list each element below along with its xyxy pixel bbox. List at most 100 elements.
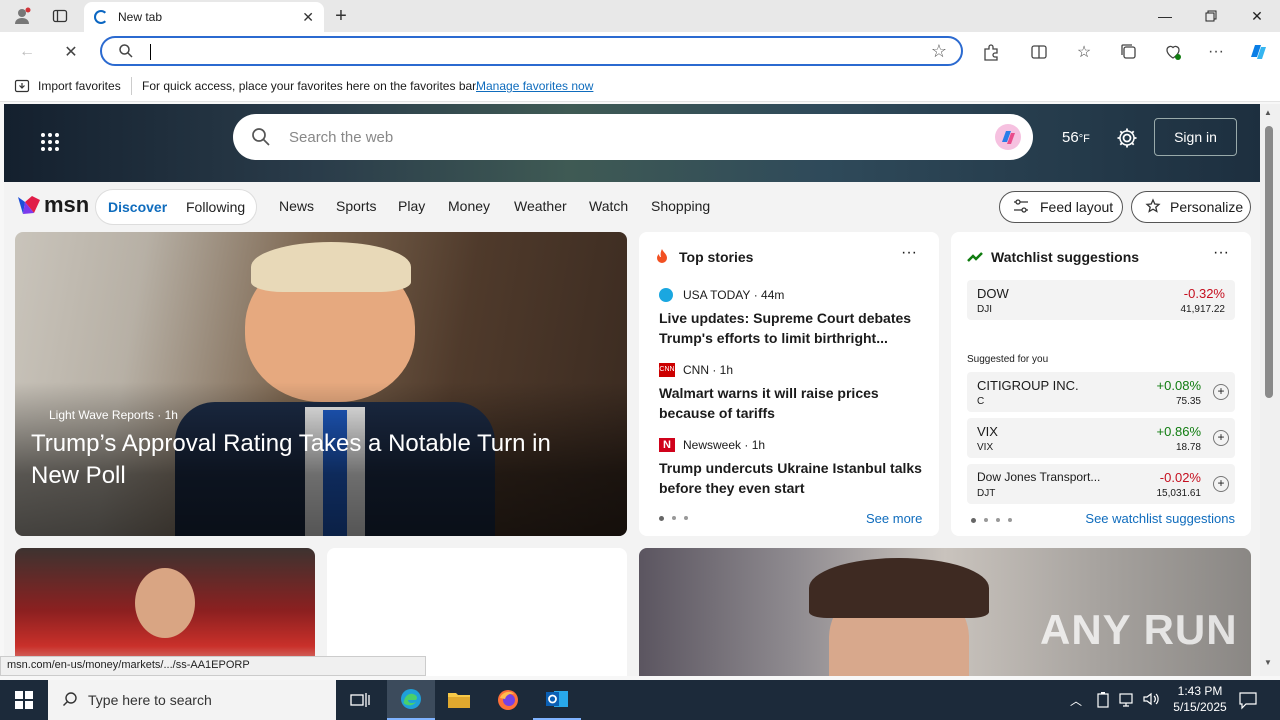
search-icon — [251, 127, 271, 152]
feed-layout-button[interactable]: Feed layout — [999, 191, 1123, 223]
watch-row[interactable]: VIX VIX +0.86% 18.78 + — [967, 418, 1235, 458]
tab-discover[interactable]: Discover — [108, 199, 167, 215]
nav-weather[interactable]: Weather — [514, 198, 567, 214]
dot[interactable] — [971, 518, 976, 523]
add-to-watchlist-icon[interactable]: + — [1213, 430, 1229, 446]
tab-following[interactable]: Following — [186, 199, 245, 215]
split-screen-icon[interactable] — [1026, 39, 1052, 65]
add-to-watchlist-icon[interactable]: + — [1213, 476, 1229, 492]
network-icon[interactable] — [1118, 691, 1136, 714]
import-favorites-button[interactable]: Import favorites — [38, 79, 121, 93]
watermark: ANY RUN — [1040, 606, 1238, 653]
watch-row-main[interactable]: DOW DJI -0.32% 41,917.22 — [967, 280, 1235, 320]
nav-watch[interactable]: Watch — [589, 198, 628, 214]
dot[interactable] — [996, 518, 1000, 522]
stock-price: 15,031.61 — [1156, 488, 1202, 499]
story-headline[interactable]: Live updates: Supreme Court debates Trum… — [659, 308, 929, 348]
watch-row[interactable]: CITIGROUP INC. C +0.08% 75.35 + — [967, 372, 1235, 412]
restore-button[interactable] — [1188, 0, 1234, 32]
more-menu-icon[interactable]: ··· — [1203, 39, 1229, 65]
watch-row[interactable]: Dow Jones Transport... DJT -0.02% 15,031… — [967, 464, 1235, 504]
sparkle-star-icon — [1144, 197, 1162, 218]
nav-sports[interactable]: Sports — [336, 198, 376, 214]
dot[interactable] — [984, 518, 988, 522]
tab-new-tab[interactable]: New tab ✕ — [84, 2, 324, 32]
firefox-icon[interactable] — [484, 680, 532, 720]
copilot-icon[interactable] — [1245, 39, 1271, 65]
page-scrollbar[interactable]: ▲ ▼ — [1260, 104, 1280, 676]
msn-butterfly-icon — [18, 196, 40, 214]
scroll-up-arrow-icon[interactable]: ▲ — [1264, 108, 1272, 117]
hero-headline[interactable]: Trump’s Approval Rating Takes a Notable … — [31, 428, 591, 492]
story-item[interactable]: USA TODAY · 44m Live updates: Supreme Co… — [659, 288, 929, 348]
extensions-icon[interactable] — [978, 39, 1004, 65]
nav-money[interactable]: Money — [448, 198, 490, 214]
start-button[interactable] — [0, 680, 48, 720]
search-placeholder: Search the web — [289, 129, 394, 146]
stop-loading-icon[interactable]: ✕ — [58, 39, 84, 65]
clock[interactable]: 1:43 PM 5/15/2025 — [1160, 683, 1240, 715]
battery-icon[interactable] — [1095, 691, 1111, 714]
dot[interactable] — [684, 516, 688, 520]
see-more-link[interactable]: See more — [866, 511, 922, 526]
watchlist-more-icon[interactable]: ··· — [1213, 244, 1229, 262]
manage-favorites-link[interactable]: Manage favorites now — [476, 79, 593, 93]
hero-article-card[interactable]: Light Wave Reports · 1h Trump’s Approval… — [15, 232, 627, 536]
dot[interactable] — [659, 516, 664, 521]
new-tab-button[interactable]: + — [329, 4, 353, 28]
favorite-star-icon[interactable]: ☆ — [931, 41, 947, 62]
personalize-button[interactable]: Personalize — [1131, 191, 1251, 223]
tray-chevron-icon[interactable]: ︿ — [1070, 692, 1082, 709]
scroll-down-arrow-icon[interactable]: ▼ — [1264, 658, 1272, 667]
temperature-value: 56 — [1062, 129, 1079, 146]
stock-name: Dow Jones Transport... — [977, 470, 1101, 484]
browser-essentials-icon[interactable] — [1160, 39, 1186, 65]
image-face — [135, 568, 195, 638]
close-window-button[interactable]: ✕ — [1234, 0, 1280, 32]
file-explorer-icon[interactable] — [435, 680, 483, 720]
close-tab-icon[interactable]: ✕ — [302, 9, 314, 26]
task-view-icon[interactable] — [336, 680, 384, 720]
dot[interactable] — [1008, 518, 1012, 522]
sign-in-button[interactable]: Sign in — [1154, 118, 1237, 156]
address-bar[interactable]: ☆ — [100, 36, 963, 66]
add-to-watchlist-icon[interactable]: + — [1213, 384, 1229, 400]
web-search-box[interactable]: Search the web — [233, 114, 1033, 160]
temperature[interactable]: 56°F — [1062, 129, 1090, 146]
copilot-search-icon[interactable] — [993, 122, 1023, 157]
dot[interactable] — [672, 516, 676, 520]
edge-app-icon[interactable] — [387, 680, 435, 720]
taskbar-search[interactable]: Type here to search — [48, 680, 336, 720]
story-headline[interactable]: Trump undercuts Ukraine Istanbul talks b… — [659, 458, 929, 498]
tab-actions-icon[interactable] — [48, 4, 72, 28]
stock-change: -0.32% — [1183, 286, 1225, 301]
stock-price: 41,917.22 — [1180, 304, 1226, 315]
settings-gear-icon[interactable] — [1115, 126, 1139, 155]
notifications-icon[interactable] — [1238, 690, 1258, 715]
volume-icon[interactable] — [1142, 690, 1160, 713]
nav-news[interactable]: News — [279, 198, 314, 214]
collections-icon[interactable] — [1116, 39, 1142, 65]
apps-grid-icon[interactable] — [34, 126, 66, 158]
scroll-thumb[interactable] — [1265, 126, 1273, 398]
stock-price: 75.35 — [1175, 396, 1201, 407]
clock-date: 5/15/2025 — [1173, 700, 1227, 714]
nav-shopping[interactable]: Shopping — [651, 198, 710, 214]
top-stories-more-icon[interactable]: ··· — [901, 244, 917, 262]
see-watchlist-link[interactable]: See watchlist suggestions — [1085, 511, 1235, 526]
outlook-icon[interactable] — [533, 680, 581, 720]
story-item[interactable]: N Newsweek · 1h Trump undercuts Ukraine … — [659, 438, 929, 498]
carousel-dots[interactable] — [971, 518, 1012, 523]
stock-name: CITIGROUP INC. — [977, 378, 1079, 393]
carousel-dots[interactable] — [659, 516, 688, 521]
story-headline[interactable]: Walmart warns it will raise prices becau… — [659, 383, 929, 423]
image-hair — [809, 558, 989, 618]
msn-logo[interactable]: msn — [16, 192, 89, 218]
favorites-icon[interactable]: ☆ — [1071, 39, 1097, 65]
story-item[interactable]: CNN CNN · 1h Walmart warns it will raise… — [659, 363, 929, 423]
profile-icon[interactable] — [10, 4, 34, 28]
minimize-button[interactable]: — — [1142, 0, 1188, 32]
stock-price: 18.78 — [1175, 442, 1201, 453]
nav-play[interactable]: Play — [398, 198, 425, 214]
back-arrow-icon[interactable]: ← — [14, 39, 40, 65]
